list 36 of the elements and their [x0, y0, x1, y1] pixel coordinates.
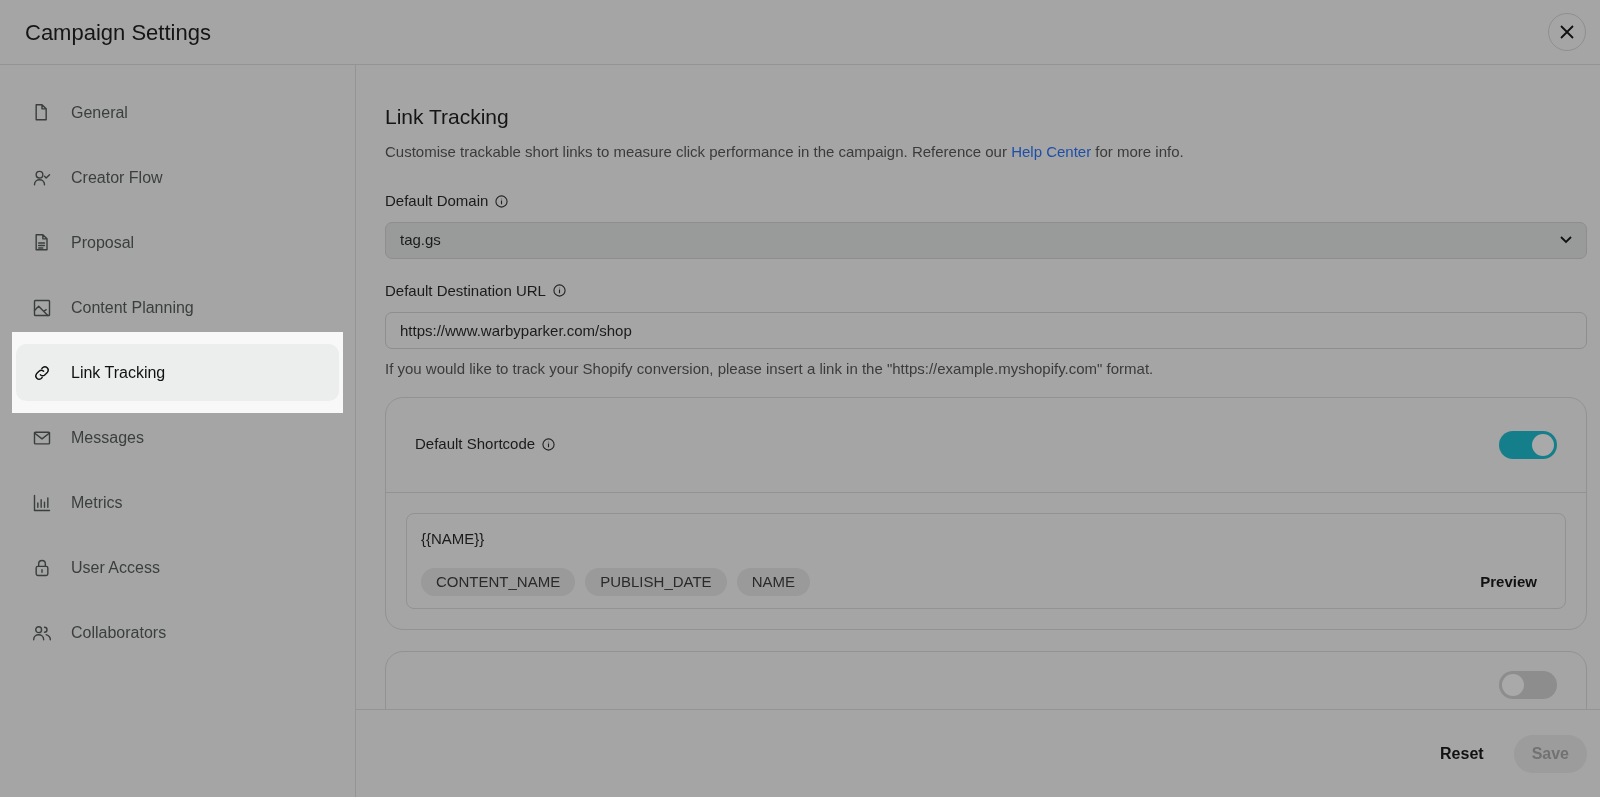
field-label: Default Domain	[385, 191, 489, 211]
sidebar-item[interactable]: Proposal	[16, 214, 339, 271]
field-hint: If you would like to track your Shopify conversion, please insert a link in the "https://example.myshopify.com" format.	[385, 359, 1155, 379]
variable-chip[interactable]: NAME	[736, 568, 810, 596]
help-center-link[interactable]: Help Center	[1011, 142, 1092, 160]
variable-chip[interactable]: CONTENT_NAME	[421, 568, 576, 596]
toggle-switch[interactable]	[1499, 430, 1557, 459]
field-label: Default Destination URL	[385, 280, 546, 301]
sidebar-item[interactable]: Metrics	[16, 474, 339, 531]
reset-button[interactable]: Reset	[1440, 734, 1484, 773]
url-input-field[interactable]: https://www.warbyparker.com/shop	[385, 312, 1587, 349]
shortcode-editor[interactable]: {{NAME}} CONTENT_NAME PUBLISH_DATE NAME Preview	[406, 512, 1566, 609]
lock-icon	[32, 557, 52, 578]
sidebar-item[interactable]: Collaborators	[16, 604, 339, 661]
field-label: Default Shortcode	[415, 434, 536, 455]
info-icon	[542, 438, 556, 451]
sidebar-item[interactable]: Messages	[16, 409, 339, 466]
shortcode-value: {{NAME}}	[421, 528, 486, 549]
preview-button[interactable]: Preview	[1480, 570, 1551, 594]
sidebar-item[interactable]: User Access	[16, 539, 339, 596]
image-icon	[32, 297, 52, 318]
toggle-switch[interactable]	[1499, 671, 1557, 699]
section-description: Customise trackable short links to measure click performance in the campaign. Reference our Help Center for more info.	[385, 141, 1185, 162]
window-title: Campaign Settings	[25, 18, 211, 47]
info-icon	[495, 194, 509, 208]
sidebar-item[interactable]: Content Planning	[16, 279, 339, 336]
info-icon	[552, 284, 566, 298]
bar-chart-icon	[32, 492, 52, 513]
sidebar-item[interactable]: Link Tracking	[16, 344, 339, 401]
chevron-down-icon	[1560, 236, 1572, 244]
section-title: Link Tracking	[385, 104, 510, 130]
sidebar-item[interactable]: General	[16, 84, 339, 141]
domain-select[interactable]: tag.gs	[385, 221, 1587, 259]
variable-chip[interactable]: PUBLISH_DATE	[585, 568, 727, 596]
close-icon	[1559, 24, 1575, 40]
sidebar-item[interactable]: Creator Flow	[16, 149, 339, 206]
